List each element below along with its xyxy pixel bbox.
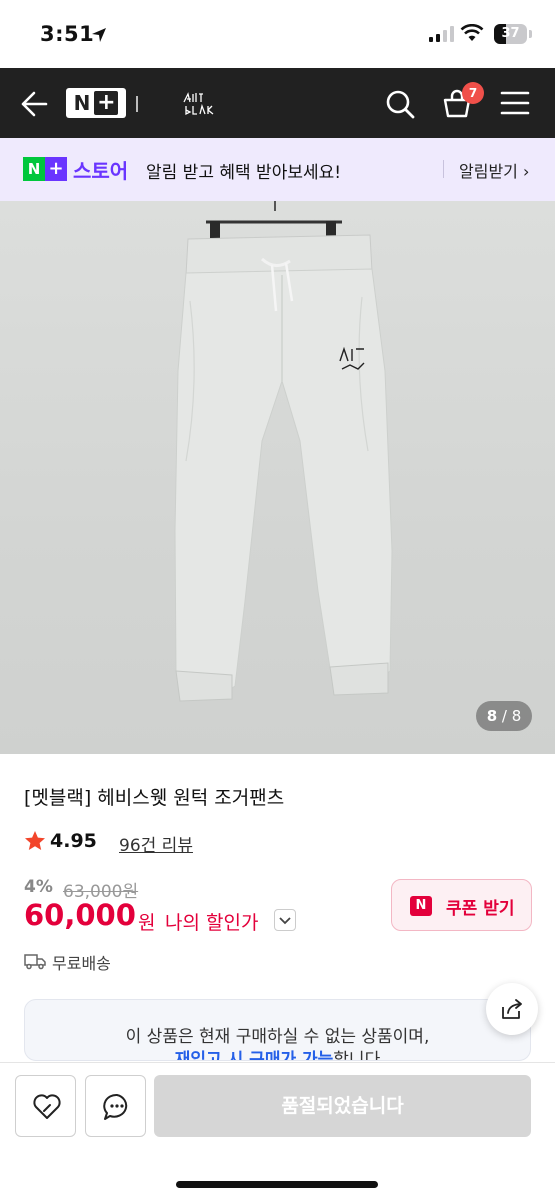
notice-line-2-rest: 합니다: [333, 1050, 381, 1061]
notice-line-2: 재입고 시 구매가 가능합니다: [25, 1045, 530, 1061]
sale-price: 60,000: [24, 898, 136, 932]
image-counter-badge: 8 / 8: [476, 701, 532, 731]
discount-detail-toggle[interactable]: [274, 909, 296, 931]
battery-level: 37: [501, 26, 520, 41]
soldout-button[interactable]: 품절되었습니다: [154, 1075, 531, 1137]
notice-line-1: 이 상품은 현재 구매하실 수 없는 상품이며,: [125, 1027, 430, 1047]
promo-store-label: 스토어: [73, 159, 129, 183]
plus-icon: +: [94, 91, 119, 115]
nplus-logo-n: N: [73, 91, 91, 115]
review-count-link[interactable]: 96건 리뷰: [119, 831, 193, 856]
promo-divider: [443, 160, 444, 178]
signal-icon: [429, 26, 454, 42]
my-discount-label[interactable]: 나의 할인가: [165, 908, 258, 935]
status-time: 3:51: [40, 22, 95, 46]
subscribe-notification-link[interactable]: 알림받기 ›: [459, 158, 529, 182]
home-indicator[interactable]: [176, 1181, 378, 1188]
star-icon: [25, 831, 45, 850]
shipping-info: 무료배송: [52, 954, 111, 973]
nplus-logo[interactable]: N +: [66, 88, 126, 118]
product-image[interactable]: [0, 201, 555, 754]
wishlist-button[interactable]: [15, 1075, 76, 1137]
rating-value: 4.95: [50, 830, 97, 852]
image-counter-current: 8: [486, 707, 498, 725]
notice-restock-highlight: 재입고 시 구매가 가능: [174, 1050, 334, 1061]
share-icon: [502, 999, 522, 1019]
wifi-icon: [460, 24, 484, 41]
search-icon[interactable]: [384, 88, 416, 120]
share-button[interactable]: [486, 983, 538, 1035]
cart-count-badge: 7: [462, 82, 484, 104]
product-title: [멧블랙] 헤비스웻 원턱 조거팬츠: [24, 787, 285, 809]
chat-inquiry-button[interactable]: [85, 1075, 146, 1137]
chevron-down-icon: [279, 917, 291, 925]
back-arrow-icon[interactable]: [20, 90, 48, 118]
battery-icon: 37: [494, 24, 527, 44]
coupon-naver-badge: N: [410, 896, 432, 916]
battery-tip: [529, 30, 532, 38]
status-bar: 3:51 37: [0, 0, 555, 68]
location-arrow-icon: [92, 28, 106, 42]
image-counter-total: 8: [511, 707, 522, 725]
chat-icon: [103, 1093, 128, 1120]
promo-logo-plus: +: [45, 157, 67, 181]
promo-message: 알림 받고 혜택 받아보세요!: [146, 163, 342, 183]
promo-logo-n: N: [23, 157, 45, 181]
soldout-notice-box: 이 상품은 현재 구매하실 수 없는 상품이며, 재입고 시 구매가 가능합니다: [24, 999, 531, 1061]
notification-promo-banner[interactable]: N + 스토어 알림 받고 혜택 받아보세요! 알림받기 ›: [0, 138, 555, 201]
price-unit: 원: [138, 912, 156, 934]
brand-logo-icon[interactable]: [180, 88, 220, 118]
menu-icon[interactable]: [500, 90, 530, 116]
coupon-button-label: 쿠폰 받기: [446, 899, 515, 919]
get-coupon-button[interactable]: N 쿠폰 받기: [391, 879, 532, 931]
heart-icon: [33, 1094, 61, 1119]
discount-rate: 4%: [24, 877, 53, 897]
jogger-pants-photo: [174, 201, 393, 702]
nplus-store-logo: N +: [23, 157, 67, 181]
image-counter-separator: /: [497, 707, 512, 725]
truck-icon: [24, 954, 46, 970]
header-divider: [136, 96, 138, 112]
